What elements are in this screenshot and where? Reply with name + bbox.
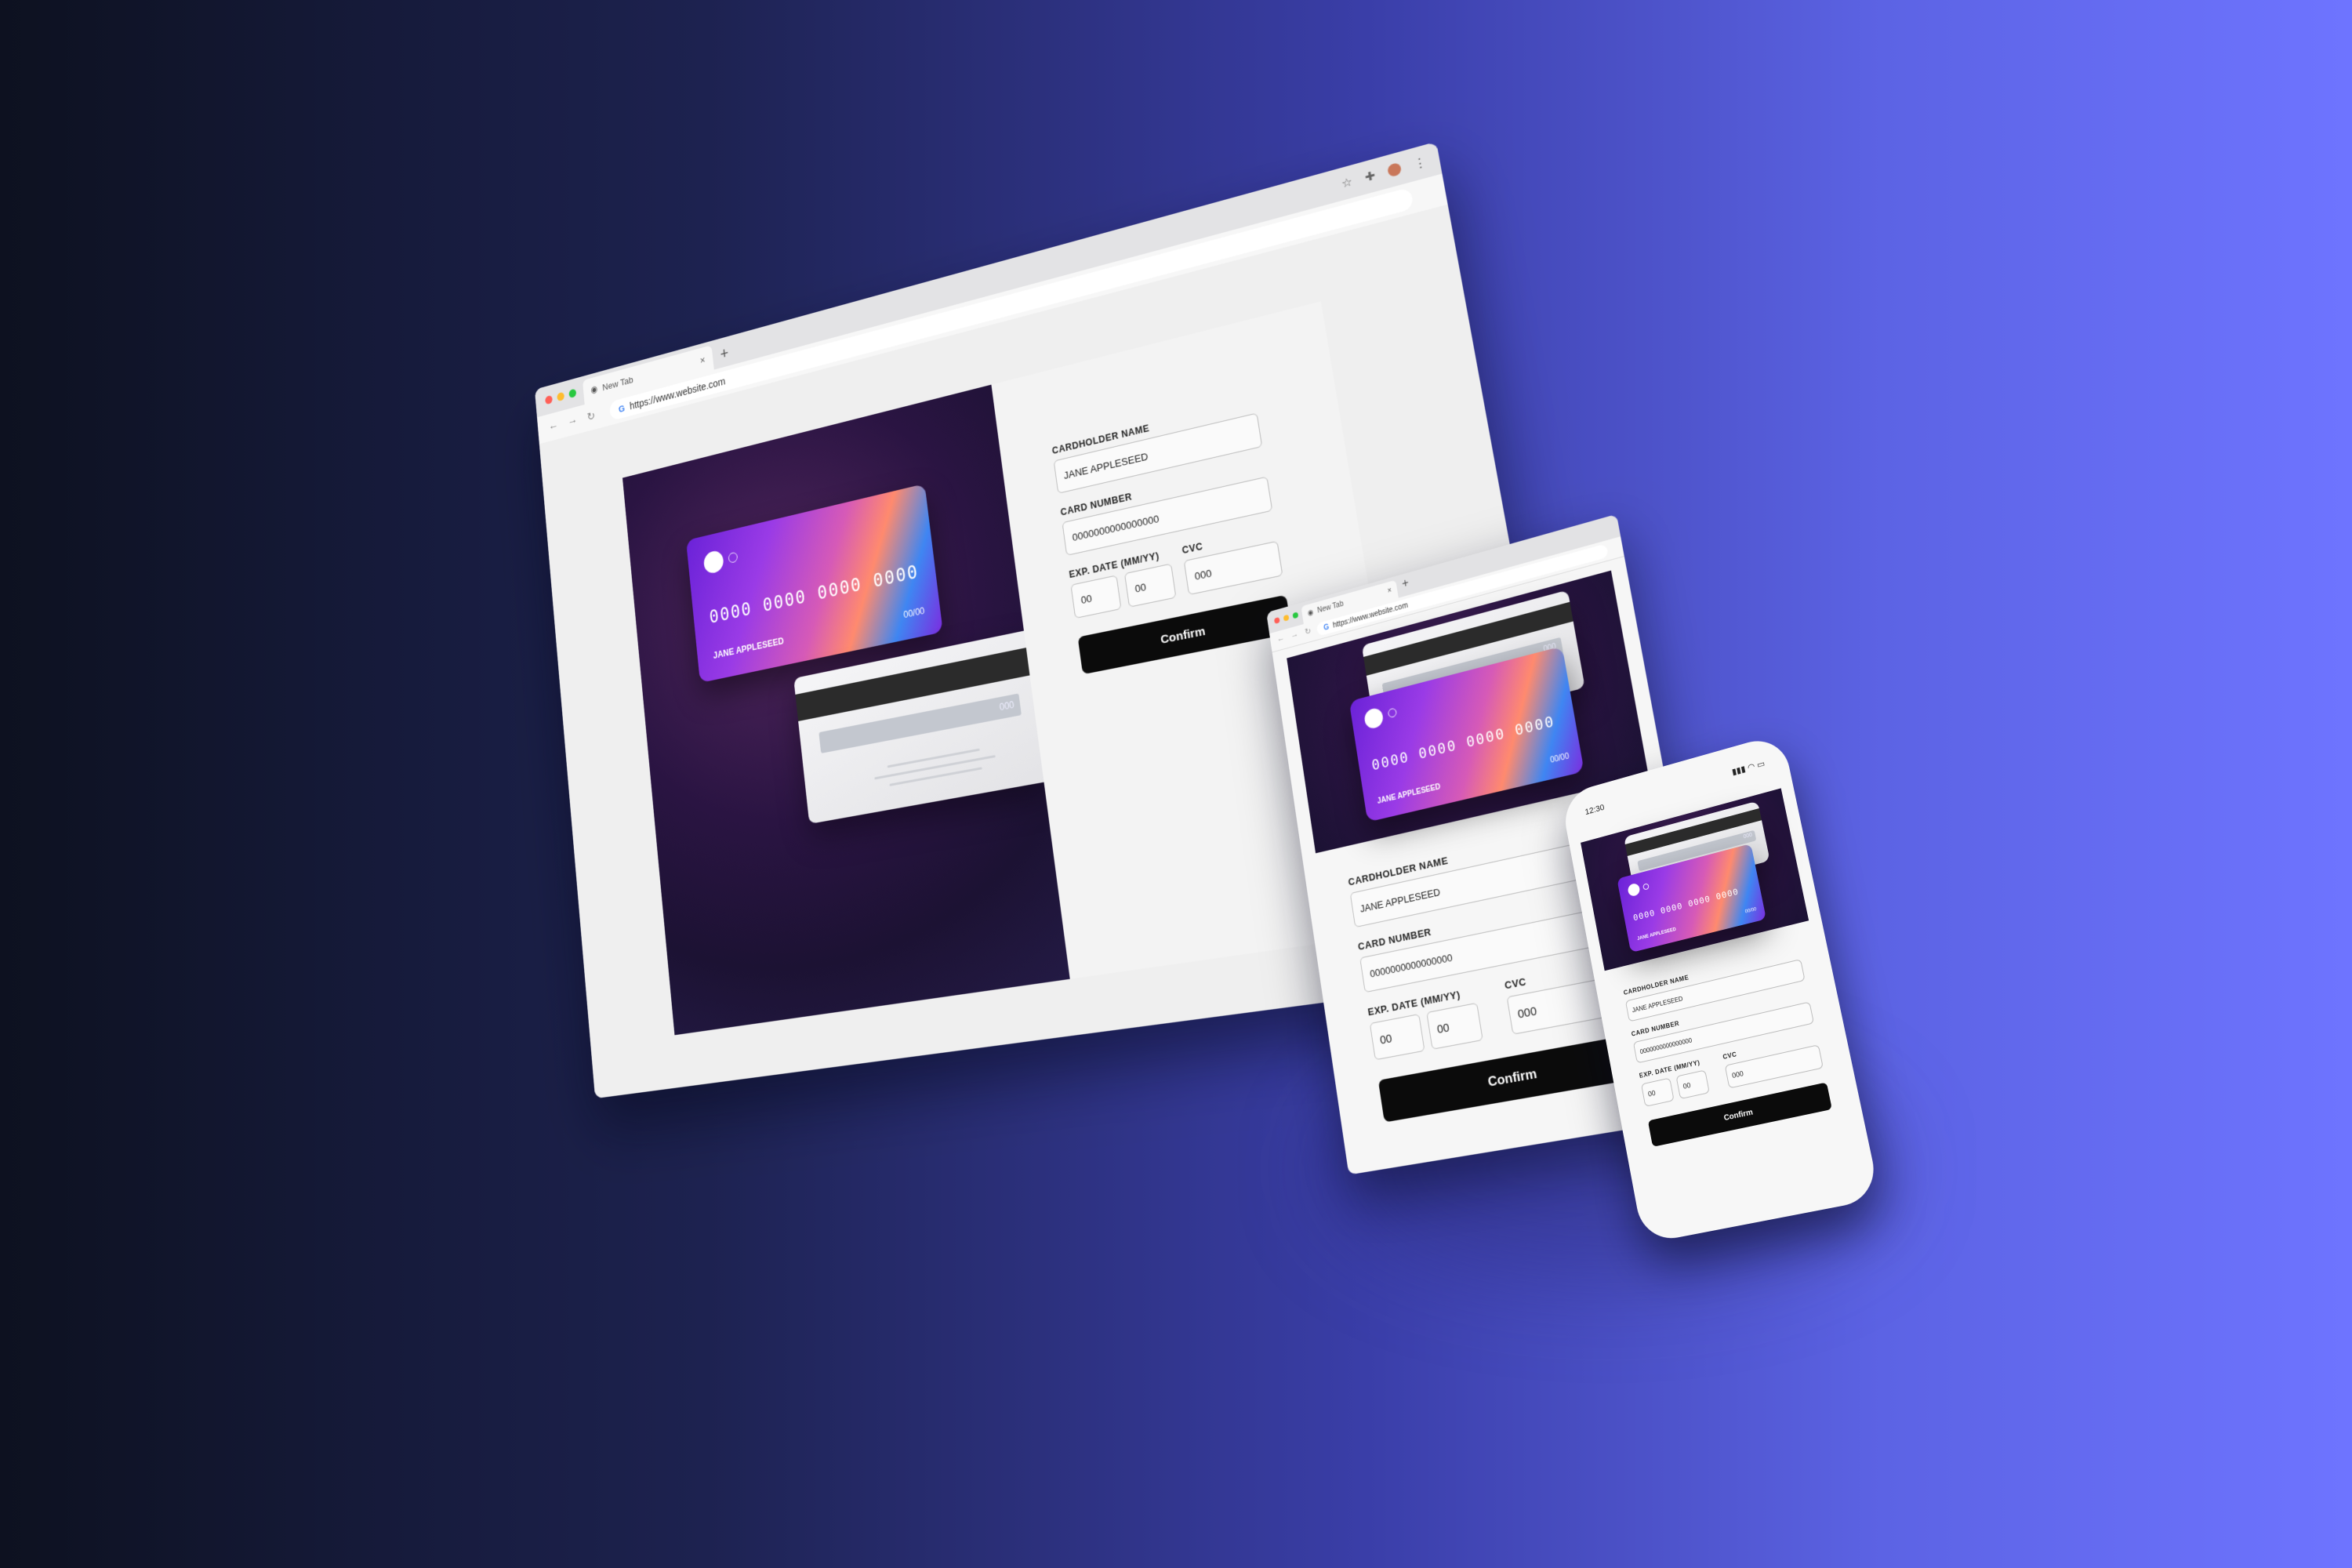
forward-arrow-icon[interactable]: → [568, 413, 579, 429]
exp-month-field[interactable]: 00 [1070, 575, 1121, 619]
card-expiry: 00/00 [903, 605, 925, 620]
card-number: 0000 0000 0000 0000 [1632, 887, 1740, 924]
card-logo-circle [703, 550, 724, 575]
star-icon[interactable]: ☆ [1341, 175, 1354, 191]
card-logo-ring [1642, 883, 1650, 890]
phone-cvc-field[interactable]: 000 [1725, 1044, 1824, 1088]
exp-month-value: 00 [1379, 1032, 1393, 1047]
card-number: 0000 0000 0000 0000 [1370, 713, 1556, 774]
card-holder-name: JANE APPLESEED [1377, 782, 1441, 805]
card-holder-name: JANE APPLESEED [713, 636, 784, 661]
card-expiry: 00/00 [1550, 752, 1570, 764]
zoom-window-dot[interactable] [568, 388, 576, 398]
card-logo-ring [728, 552, 738, 564]
tablet-cvc-label: CVC [1504, 975, 1527, 991]
phone-confirm-button[interactable]: Confirm [1648, 1082, 1832, 1147]
card-back-line [887, 749, 980, 768]
avatar[interactable] [1387, 162, 1402, 178]
exp-year-value: 00 [1436, 1021, 1450, 1036]
tablet-exp-year-field[interactable]: 00 [1426, 1003, 1483, 1050]
extension-icon[interactable]: ✚ [1364, 169, 1377, 185]
card-preview-panel: 0000 0000 0000 0000 JANE APPLESEED 00/00… [622, 385, 1070, 1036]
exp-month-value: 00 [1647, 1089, 1656, 1098]
tab-close-icon[interactable]: × [1387, 586, 1392, 595]
signal-wifi-battery-icon: ▮▮▮ ◠ ▭ [1731, 758, 1766, 777]
card-number-value: 0000000000000000 [1369, 951, 1453, 979]
card-back-line [889, 767, 982, 786]
close-window-dot[interactable] [545, 395, 553, 405]
card-front: 0000 0000 0000 0000 JANE APPLESEED 00/00 [686, 484, 943, 683]
cvc-value: 000 [1731, 1069, 1744, 1080]
phone-time: 12:30 [1584, 803, 1606, 818]
confirm-label: Confirm [1486, 1066, 1537, 1091]
card-number-field[interactable]: 0000000000000000 [1062, 477, 1272, 556]
cvc-value: 000 [1194, 567, 1213, 583]
cardholder-name-value: JANE APPLESEED [1359, 886, 1441, 915]
cardholder-name-value: JANE APPLESEED [1632, 995, 1683, 1014]
cvc-value: 000 [1517, 1004, 1538, 1022]
chrome-tab-icon: ◉ [1307, 608, 1314, 618]
reload-icon[interactable]: ↻ [586, 408, 596, 424]
phone-exp-month-field[interactable]: 00 [1641, 1077, 1675, 1106]
minimize-window-dot[interactable] [1283, 615, 1290, 622]
tab-title: New Tab [602, 374, 633, 392]
card-number-value: 0000000000000000 [1639, 1036, 1693, 1055]
reload-icon[interactable]: ↻ [1305, 626, 1312, 637]
tab-close-icon[interactable]: × [699, 354, 706, 366]
tablet-exp-month-field[interactable]: 00 [1370, 1014, 1425, 1060]
card-number-value: 0000000000000000 [1072, 513, 1160, 543]
card-holder-name: JANE APPLESEED [1637, 927, 1677, 942]
card-logo-circle [1363, 706, 1385, 730]
phone-cvc-label: CVC [1722, 1051, 1737, 1061]
exp-year-value: 00 [1134, 580, 1147, 594]
exp-year-value: 00 [1682, 1081, 1691, 1091]
exp-year-field[interactable]: 00 [1124, 564, 1177, 608]
more-icon[interactable]: ⋮ [1413, 154, 1428, 172]
phone-mockup: 12:30 ▮▮▮ ◠ ▭ 000 0000 0000 0000 0000 JA… [1560, 733, 1881, 1244]
cvc-label: CVC [1181, 541, 1203, 557]
tablet-tab-title: New Tab [1317, 600, 1345, 615]
confirm-label: Confirm [1723, 1108, 1754, 1123]
forward-arrow-icon[interactable]: → [1290, 630, 1299, 641]
window-controls [545, 388, 576, 405]
new-tab-button[interactable]: + [1401, 576, 1410, 591]
confirm-label: Confirm [1160, 624, 1206, 646]
close-window-dot[interactable] [1274, 617, 1280, 624]
card-back: 000 [793, 630, 1051, 824]
back-arrow-icon[interactable]: ← [548, 419, 559, 434]
phone-screen: 12:30 ▮▮▮ ◠ ▭ 000 0000 0000 0000 0000 JA… [1560, 733, 1881, 1244]
card-logo-circle [1627, 883, 1640, 898]
minimize-window-dot[interactable] [557, 392, 564, 402]
card-expiry: 00/00 [1745, 907, 1757, 914]
new-tab-button[interactable]: + [720, 343, 730, 364]
zoom-window-dot[interactable] [1292, 612, 1298, 619]
exp-month-value: 00 [1080, 592, 1093, 606]
google-icon: G [1323, 622, 1330, 632]
back-arrow-icon[interactable]: ← [1276, 633, 1285, 644]
phone-card-preview: 000 0000 0000 0000 0000 JANE APPLESEED 0… [1581, 788, 1809, 971]
google-icon: G [618, 402, 625, 414]
card-logo-ring [1388, 707, 1397, 718]
chrome-tab-icon: ◉ [590, 383, 598, 396]
cardholder-name-field[interactable]: JANE APPLESEED [1054, 412, 1263, 493]
tablet-window-controls [1274, 612, 1298, 624]
phone-exp-year-field[interactable]: 00 [1675, 1069, 1709, 1099]
card-number: 0000 0000 0000 0000 [709, 561, 920, 628]
cardholder-name-value: JANE APPLESEED [1063, 450, 1149, 481]
